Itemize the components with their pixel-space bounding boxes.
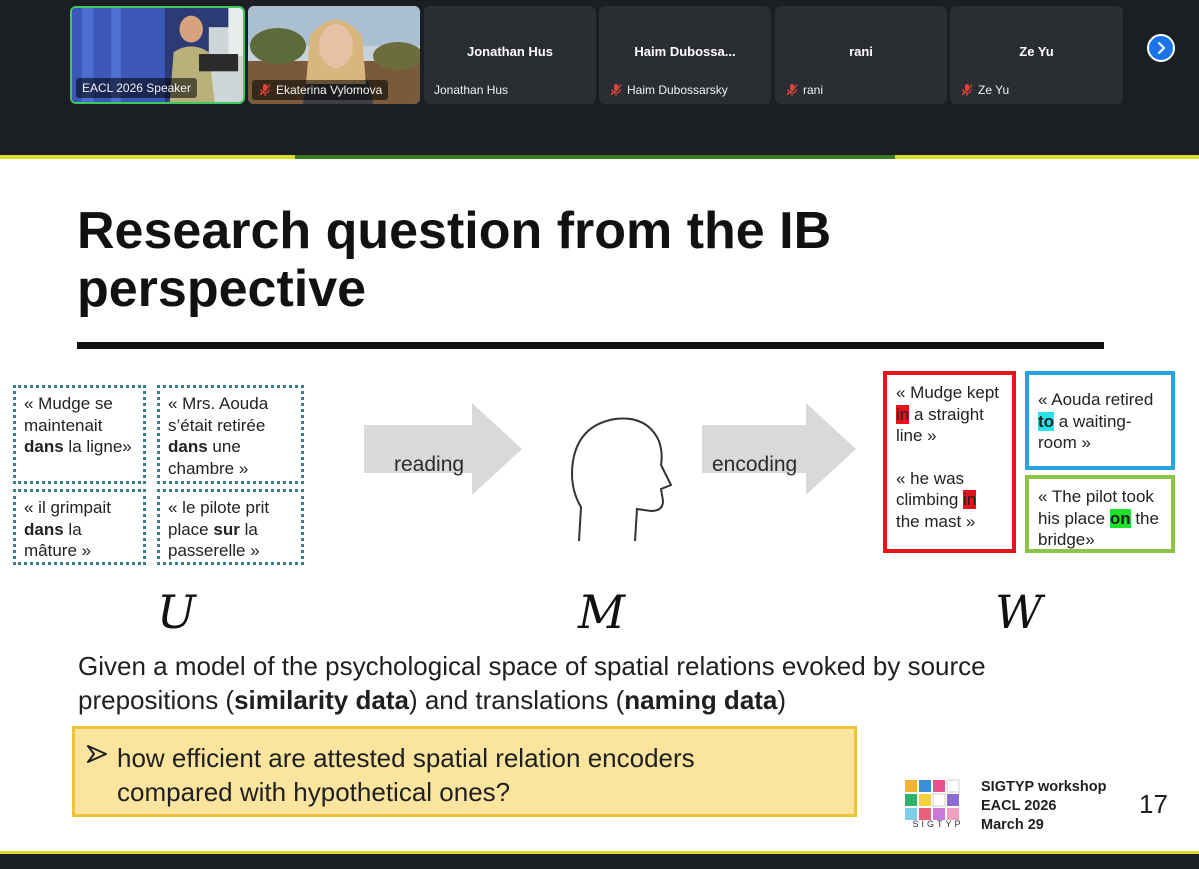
participant-strip: EACL 2026 Speaker Ekaterina Vylomova Jon… (0, 0, 1199, 159)
research-question-box: how efficient are attested spatial relat… (72, 726, 857, 817)
target-box-to: « Aouda retired to a waiting-room » (1025, 371, 1175, 470)
participant-tile-speaker[interactable]: EACL 2026 Speaker (70, 6, 245, 104)
workshop-info: SIGTYP workshop EACL 2026 March 29 (981, 778, 1106, 835)
participant-name-label: Ekaterina Vylomova (252, 80, 389, 100)
variable-m: M (578, 585, 626, 639)
bottom-divider (0, 851, 1199, 854)
target-box-on: « The pilot took his place on the bridge… (1025, 475, 1175, 553)
given-statement: Given a model of the psychological space… (78, 651, 986, 715)
source-example-3: « il grimpait dans la mâture » (13, 489, 146, 565)
participant-tile-ekaterina[interactable]: Ekaterina Vylomova (248, 6, 420, 104)
participant-tile-haim[interactable]: Haim Dubossa... Haim Dubossarsky (599, 6, 771, 104)
title-divider (77, 342, 1104, 349)
encoding-arrow (702, 403, 856, 495)
participant-tile-zeyu[interactable]: Ze Yu Ze Yu (950, 6, 1123, 104)
source-example-1: « Mudge se maintenait dans la ligne» (13, 385, 146, 484)
head-profile-icon (571, 417, 673, 541)
chevron-right-icon (1157, 41, 1166, 55)
next-participants-button[interactable] (1147, 34, 1175, 62)
arrow-bullet-icon (87, 745, 107, 763)
mic-off-icon (961, 84, 973, 96)
participant-name-label: EACL 2026 Speaker (76, 78, 197, 98)
conference-name: EACL 2026 (981, 798, 1057, 814)
participant-center-name: Ze Yu (1019, 44, 1054, 59)
target-example-2: « he was climbing in the mast » (896, 468, 977, 531)
slide-number: 17 (1139, 789, 1168, 819)
reading-label: reading (394, 453, 465, 476)
presentation-slide: Research question from the IB perspectiv… (0, 159, 1199, 851)
encoding-label: encoding (712, 453, 798, 476)
variable-w: W (995, 585, 1043, 639)
reading-arrow (364, 403, 522, 495)
target-example-1: « Mudge kept in a straight line » (896, 383, 1000, 445)
participant-name-label: Haim Dubossarsky (603, 80, 734, 100)
source-example-2: « Mrs. Aouda s’était retirée dans une ch… (157, 385, 304, 484)
participant-center-name: Jonathan Hus (467, 44, 553, 59)
participant-tile-rani[interactable]: rani rani (775, 6, 947, 104)
source-example-4: « le pilote prit place sur la passerelle… (157, 489, 304, 565)
participant-center-name: Haim Dubossa... (634, 44, 736, 59)
mic-off-icon (786, 84, 798, 96)
participant-center-name: rani (849, 44, 873, 59)
mic-off-icon (259, 84, 271, 96)
participant-name-label: Jonathan Hus (434, 83, 509, 97)
workshop-date: March 29 (981, 817, 1044, 833)
workshop-name: SIGTYP workshop (981, 779, 1107, 795)
variable-u: U (157, 585, 196, 639)
participant-name-label: rani (779, 80, 829, 100)
participant-tile-jonathan[interactable]: Jonathan Hus Jonathan Hus (424, 6, 596, 104)
slide-title: Research question from the IB perspectiv… (77, 202, 832, 318)
mic-off-icon (610, 84, 622, 96)
research-question: how efficient are attested spatial relat… (117, 743, 695, 807)
participant-name-label: Ze Yu (954, 80, 1015, 100)
logo-caption: SIGTYP (912, 819, 964, 829)
target-box-in: « Mudge kept in a straight line » « he w… (883, 371, 1016, 553)
